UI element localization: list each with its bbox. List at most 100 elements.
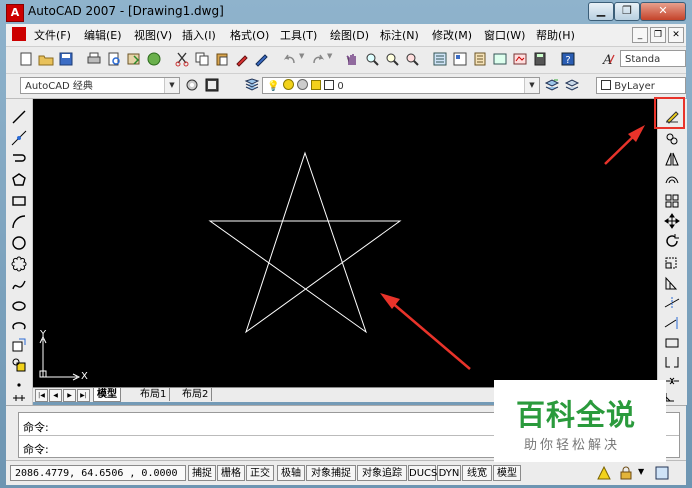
color-control-combo[interactable]: ByLayer [596,77,686,94]
document-icon[interactable] [12,27,26,41]
last-tab-icon[interactable]: ▶| [77,389,90,402]
insert-block-icon[interactable] [11,337,27,353]
chevron-down-icon[interactable]: ▼ [164,78,179,93]
publish-icon[interactable] [126,51,142,67]
3d-dwf-icon[interactable] [146,51,162,67]
model-button[interactable]: 模型 [493,465,521,481]
erase-icon[interactable] [664,107,681,124]
cut-icon[interactable] [174,51,190,67]
scale-icon[interactable] [664,254,680,270]
pan-icon[interactable] [344,51,360,67]
command-prompt[interactable]: 命令: [23,441,49,457]
menu-help[interactable]: 帮助(H) [536,27,575,43]
app-icon[interactable]: A [6,4,24,22]
tab-model[interactable]: 模型 [93,388,121,402]
open-icon[interactable] [38,51,54,67]
next-tab-icon[interactable]: ▶ [63,389,76,402]
make-block-icon[interactable] [11,357,27,373]
chamfer-icon[interactable] [664,391,680,403]
zoom-window-icon[interactable] [384,51,400,67]
layer-properties-icon[interactable] [244,77,260,93]
break-at-point-icon[interactable] [664,354,680,370]
status-menu-icon[interactable]: ▼ [638,467,644,476]
workspace-combo[interactable]: AutoCAD 经典 ▼ [20,77,180,94]
extend-icon[interactable] [664,315,680,331]
ellipse-icon[interactable] [11,298,27,314]
copy-object-icon[interactable] [664,131,680,147]
design-center-icon[interactable] [452,51,468,67]
grid-button[interactable]: 栅格 [217,465,245,481]
maximize-button[interactable]: ❐ [614,2,640,21]
calculator-icon[interactable] [532,51,548,67]
menu-insert[interactable]: 插入(I) [182,27,216,43]
prev-tab-icon[interactable]: ◀ [49,389,62,402]
zoom-realtime-icon[interactable] [364,51,380,67]
properties-icon[interactable] [432,51,448,67]
drawing-canvas[interactable]: Y X [33,99,657,387]
trim-icon[interactable] [664,295,680,311]
construction-line-icon[interactable] [11,130,27,146]
tab-layout2[interactable]: 布局2 [179,388,213,401]
close-button[interactable]: ✕ [640,2,686,21]
hatch-icon[interactable] [11,393,27,403]
tool-palettes-icon[interactable] [472,51,488,67]
undo-icon[interactable] [282,51,298,67]
osnap-button[interactable]: 对象捕捉 [306,465,356,481]
print-icon[interactable] [86,51,102,67]
lock-icon[interactable] [618,465,634,481]
tab-layout1[interactable]: 布局1 [137,388,171,401]
line-icon[interactable] [11,109,27,125]
new-icon[interactable] [18,51,34,67]
point-icon[interactable] [11,377,27,393]
menu-file[interactable]: 文件(F) [34,27,71,43]
text-style-icon[interactable]: A [600,51,616,67]
offset-icon[interactable] [664,171,680,187]
menu-tools[interactable]: 工具(T) [280,27,317,43]
layer-combo[interactable]: 💡 0 ▼ [262,77,540,94]
spline-icon[interactable] [11,277,27,293]
arc-icon[interactable] [11,214,27,230]
menu-view[interactable]: 视图(V) [134,27,172,43]
menu-edit[interactable]: 编辑(E) [84,27,122,43]
break-icon[interactable] [664,335,680,351]
polar-button[interactable]: 极轴 [277,465,305,481]
dyn-button[interactable]: DYN [437,465,461,481]
move-icon[interactable] [664,213,680,229]
ortho-button[interactable]: 正交 [246,465,274,481]
menu-modify[interactable]: 修改(M) [432,27,472,43]
mirror-icon[interactable] [664,151,680,167]
first-tab-icon[interactable]: |◀ [35,389,48,402]
coordinate-display[interactable]: 2086.4779, 64.6506 , 0.0000 [10,465,186,481]
zoom-previous-icon[interactable] [404,51,420,67]
sheet-set-icon[interactable] [492,51,508,67]
menu-dimension[interactable]: 标注(N) [380,27,419,43]
paste-icon[interactable] [214,51,230,67]
lineweight-button[interactable]: 线宽 [462,465,492,481]
revision-cloud-icon[interactable] [11,256,27,272]
my-workspace-icon[interactable] [204,77,220,93]
menu-draw[interactable]: 绘图(D) [330,27,369,43]
redo-icon[interactable] [310,51,326,67]
text-style-combo[interactable]: Standa [620,50,686,67]
stretch-icon[interactable] [664,275,680,291]
ellipse-arc-icon[interactable] [11,319,27,335]
snap-button[interactable]: 捕捉 [188,465,216,481]
layer-previous-icon[interactable] [564,77,580,93]
plot-preview-icon[interactable] [106,51,122,67]
doc-close-button[interactable]: ✕ [668,27,684,43]
doc-restore-button[interactable]: ❐ [650,27,666,43]
help-icon[interactable]: ? [560,51,576,67]
match-properties-icon[interactable] [234,51,250,67]
block-editor-icon[interactable] [254,51,270,67]
communication-center-icon[interactable] [596,465,612,481]
join-icon[interactable] [664,373,680,389]
copy-icon[interactable] [194,51,210,67]
clean-screen-icon[interactable] [654,465,670,481]
markup-icon[interactable] [512,51,528,67]
doc-minimize-button[interactable]: _ [632,27,648,43]
menu-format[interactable]: 格式(O) [230,27,269,43]
polygon-icon[interactable] [11,172,27,188]
rotate-icon[interactable] [664,233,680,249]
star-shape[interactable] [208,151,402,334]
chevron-down-icon[interactable]: ▼ [524,78,539,93]
